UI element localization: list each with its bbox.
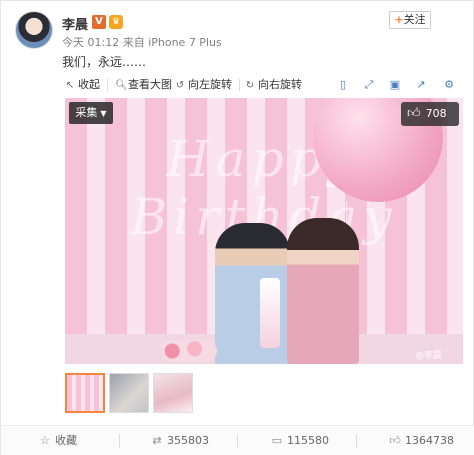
divider	[237, 434, 238, 448]
divider	[169, 79, 170, 91]
image-toolbar: ↖ 收起 🔍︎查看大图 ↺ 向左旋转 ↻ 向右旋转 ▯ ⤢ ▣ ↗ ⚙	[65, 75, 463, 95]
comment-button[interactable]: ▭ 115580	[271, 426, 329, 455]
rotate-right-icon: ↻	[245, 80, 255, 91]
thumbnail[interactable]	[153, 373, 193, 413]
user-name[interactable]: 李晨	[62, 14, 88, 33]
post-photo[interactable]: Happy Birthday 采集 ▼ 👍︎ 708 @李晨	[65, 98, 463, 364]
divider	[119, 434, 120, 448]
rotate-left-label: 向左旋转	[188, 78, 232, 91]
rotate-right-label: 向右旋转	[258, 78, 302, 91]
like-button[interactable]: 👍︎ 1364738	[389, 426, 454, 455]
person-figure	[287, 218, 359, 364]
collect-label: 采集	[75, 106, 98, 119]
photo-like-button[interactable]: 👍︎ 708	[401, 102, 459, 126]
rotate-left-button[interactable]: ↺ 向左旋转	[175, 75, 232, 95]
thumbnail[interactable]	[109, 373, 149, 413]
rotate-right-button[interactable]: ↻ 向右旋转	[245, 75, 302, 95]
divider	[356, 434, 357, 448]
arrow-left-icon: ↖	[65, 80, 75, 91]
plus-icon: +	[394, 13, 404, 26]
search-icon: 🔍︎	[115, 80, 128, 91]
collect-button[interactable]: 采集 ▼	[69, 102, 113, 124]
member-crown-icon: ♛	[109, 15, 123, 29]
view-large-button[interactable]: 🔍︎查看大图	[115, 75, 172, 95]
thumbs-up-icon: 👍︎	[389, 434, 401, 447]
favorite-label: 收藏	[55, 434, 77, 447]
verified-badge: V	[92, 15, 106, 29]
comment-count: 115580	[287, 434, 329, 447]
gear-icon[interactable]: ⚙	[441, 77, 457, 93]
repost-icon: ⇄	[152, 434, 162, 447]
post-meta: 今天 01:12 来自 iPhone 7 Plus	[62, 36, 222, 49]
collapse-label: 收起	[78, 78, 100, 91]
repost-button[interactable]: ⇄ 355803	[151, 426, 209, 455]
rotate-left-icon: ↺	[175, 80, 185, 91]
fullscreen-icon[interactable]: ⤢	[361, 77, 377, 93]
like-count: 1364738	[405, 434, 454, 447]
cake-graphic	[260, 278, 280, 348]
thumbnail-strip	[65, 373, 265, 415]
post-text: 我们，永远……	[62, 55, 147, 69]
chevron-down-icon: ▼	[100, 109, 107, 118]
follow-button[interactable]: +关注	[389, 11, 431, 29]
thumbnail[interactable]	[65, 373, 105, 413]
divider	[107, 79, 108, 91]
save-icon[interactable]: ▣	[387, 77, 403, 93]
weibo-post-card: 李晨 V ♛ 今天 01:12 来自 iPhone 7 Plus 我们，永远………	[0, 0, 474, 455]
watermark: @李晨	[415, 351, 443, 361]
photo-like-count: 708	[425, 107, 447, 120]
phone-icon[interactable]: ▯	[335, 77, 351, 93]
share-icon[interactable]: ↗	[413, 77, 429, 93]
thumbs-up-icon: 👍︎	[407, 106, 421, 121]
star-icon: ☆	[40, 434, 50, 447]
comment-icon: ▭	[271, 434, 283, 447]
divider	[239, 79, 240, 91]
collapse-button[interactable]: ↖ 收起	[65, 75, 100, 95]
flowers-graphic	[161, 340, 217, 362]
favorite-button[interactable]: ☆ 收藏	[39, 426, 77, 455]
avatar[interactable]	[15, 11, 53, 49]
repost-count: 355803	[167, 434, 209, 447]
action-bar: ☆ 收藏 ⇄ 355803 ▭ 115580 👍︎ 1364738	[1, 425, 474, 455]
view-large-label: 查看大图	[128, 78, 172, 91]
follow-label: 关注	[403, 13, 426, 26]
